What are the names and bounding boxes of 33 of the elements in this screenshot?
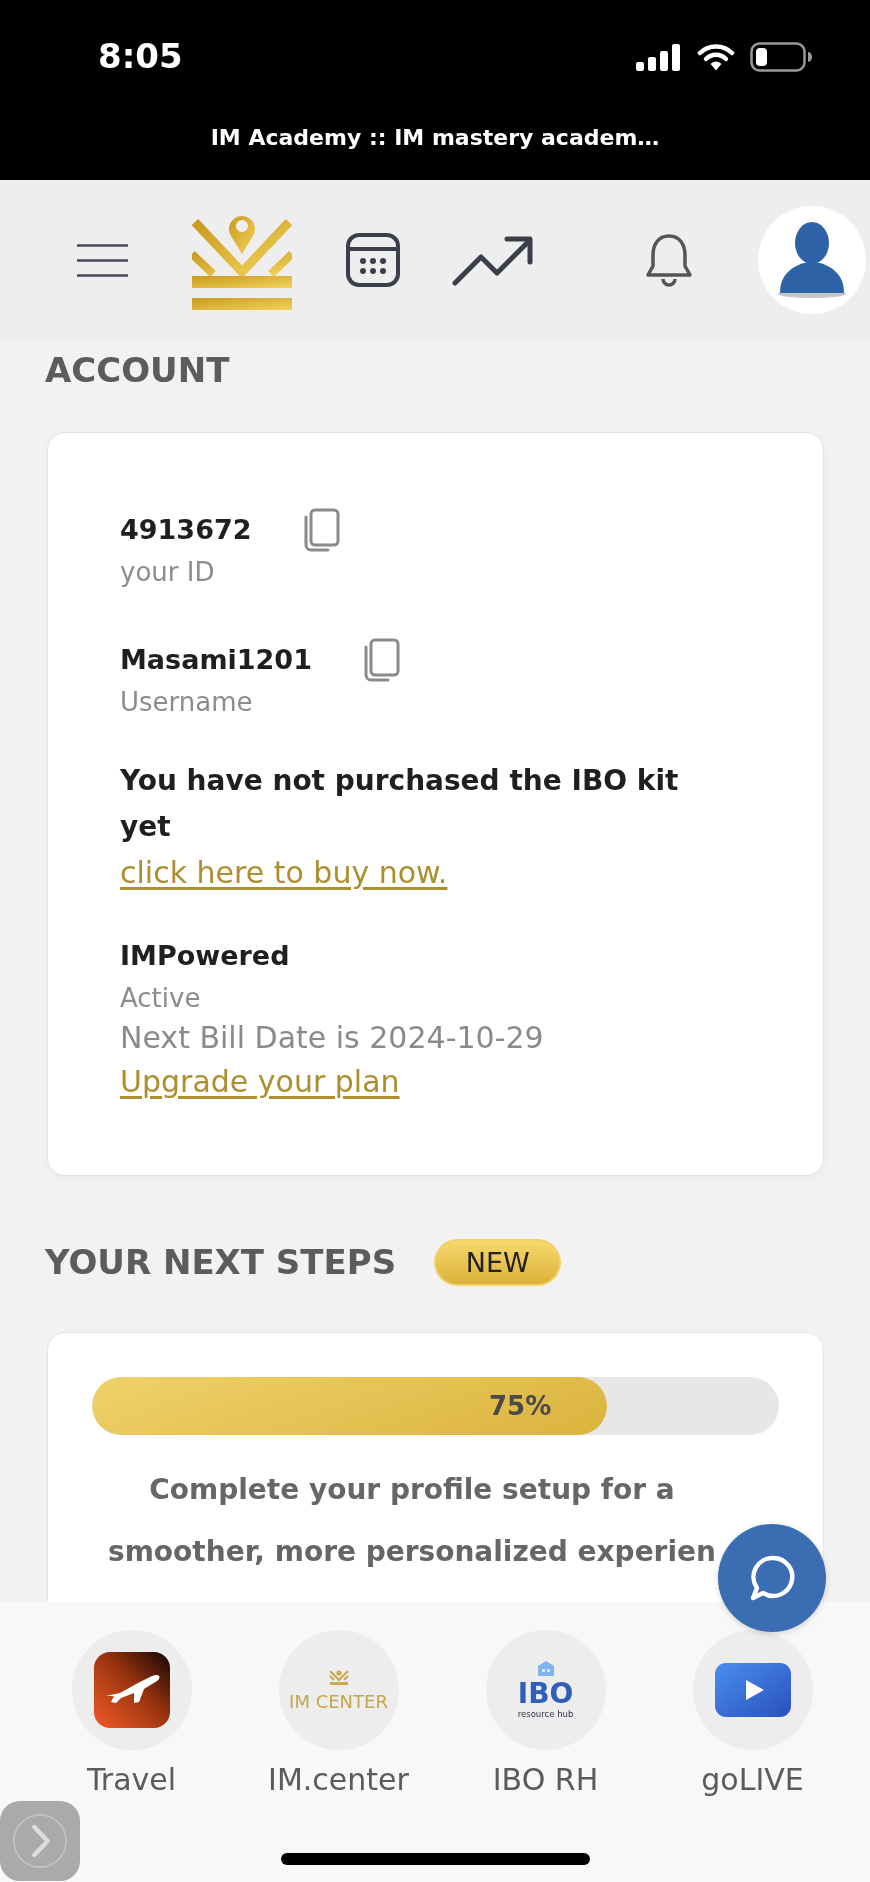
menu-icon[interactable] bbox=[77, 243, 128, 277]
chevron-right-icon bbox=[12, 1813, 68, 1869]
nav-item[interactable]: IM CENTER IM.center bbox=[235, 1630, 442, 1798]
kit-notice: You have not purchased the IBO kit yet bbox=[120, 763, 680, 845]
plan-status: Active bbox=[120, 982, 201, 1015]
logo-subtext: resource hub bbox=[517, 1710, 574, 1720]
person-icon bbox=[776, 221, 848, 299]
crown-icon bbox=[328, 1668, 349, 1686]
battery-icon bbox=[750, 42, 812, 72]
signal-icon bbox=[636, 43, 682, 71]
nav-item[interactable]: Travel bbox=[28, 1630, 235, 1798]
section-heading: YOUR NEXT STEPS bbox=[45, 1241, 397, 1284]
logo-text: IBO bbox=[517, 1679, 574, 1711]
next-bill-date: Next Bill Date is 2024-10-29 bbox=[120, 1019, 544, 1057]
logo-text: IM CENTER bbox=[289, 1691, 388, 1712]
new-badge: NEW bbox=[434, 1238, 562, 1286]
page-title: IM Academy :: IM mastery academ… bbox=[210, 124, 660, 152]
calendar-icon[interactable] bbox=[346, 233, 400, 287]
bell-icon[interactable] bbox=[644, 233, 694, 287]
house-icon bbox=[535, 1660, 556, 1678]
field-value: 4913672 bbox=[120, 513, 252, 547]
progress-label: 75% bbox=[489, 1393, 552, 1419]
status-time: 8:05 bbox=[98, 36, 183, 76]
section-heading: ACCOUNT bbox=[45, 349, 230, 392]
nav-item[interactable]: IBO resource hub IBO RH bbox=[442, 1630, 649, 1798]
speech-bubble-icon bbox=[748, 1554, 796, 1602]
steps-message: Complete your profile setup for a smoother, more personalized experien bbox=[107, 1472, 717, 1570]
wifi-icon bbox=[697, 43, 735, 71]
nav-item[interactable]: goLIVE bbox=[649, 1630, 856, 1798]
field-label: your ID bbox=[120, 556, 215, 589]
field-label: Username bbox=[120, 686, 253, 719]
plan-name: IMPowered bbox=[120, 939, 290, 973]
field-value: Masami1201 bbox=[120, 643, 312, 677]
